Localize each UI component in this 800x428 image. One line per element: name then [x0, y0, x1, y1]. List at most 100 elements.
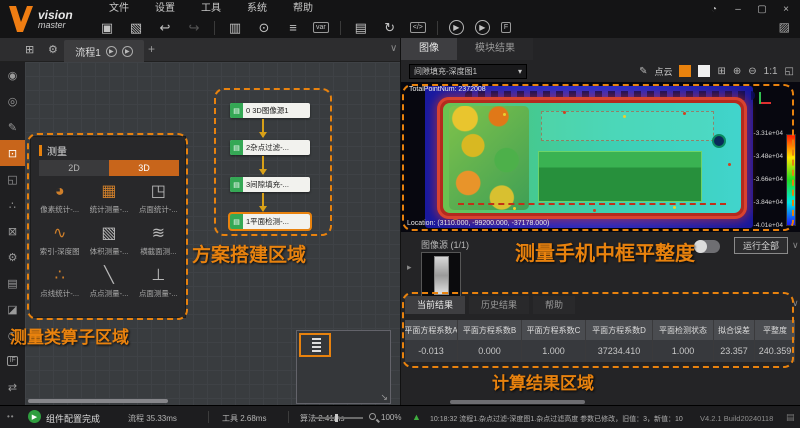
- results-hscrollbar[interactable]: [450, 400, 585, 404]
- canvas-minimap[interactable]: ↘: [296, 330, 391, 404]
- algo-point-point-measure[interactable]: ╲ 点点测量-...: [84, 267, 133, 299]
- menu-help[interactable]: 帮助: [280, 0, 326, 17]
- algo-volume-measure[interactable]: ▧ 体积测量-...: [84, 225, 133, 257]
- sidebar-item-timer[interactable]: ◷: [0, 322, 25, 348]
- flow-list-icon[interactable]: ⊞: [25, 43, 34, 56]
- source-row-chevron-icon[interactable]: ∨: [792, 240, 799, 251]
- sidebar-item-measure[interactable]: ⊡: [0, 140, 25, 166]
- zoom-out-icon[interactable]: ⊖: [748, 66, 756, 77]
- tab-2d[interactable]: 2D: [39, 160, 109, 176]
- save-icon[interactable]: ▣: [98, 19, 116, 37]
- module-library-icon[interactable]: ▥: [226, 19, 244, 37]
- flow-run-icon[interactable]: ▶: [106, 46, 117, 57]
- sidebar-item-color[interactable]: ◪: [0, 296, 25, 322]
- table-value-row[interactable]: -0.013 0.000 1.000 37234.410 1.000 23.35…: [405, 340, 795, 362]
- tab-history-result[interactable]: 历史结果: [469, 296, 529, 314]
- f-module-icon[interactable]: F: [501, 22, 511, 33]
- pencil-icon[interactable]: ✎: [639, 66, 647, 77]
- sidebar-item-io[interactable]: ⇄: [0, 374, 25, 400]
- flow-settings-icon[interactable]: ⚙: [48, 43, 58, 56]
- sidebar-item-if[interactable]: IF: [0, 348, 25, 374]
- run-all-button[interactable]: 运行全部: [734, 237, 788, 254]
- fit-width-icon[interactable]: ◱: [785, 66, 794, 77]
- source-thumbnail[interactable]: [421, 252, 461, 298]
- variable-icon[interactable]: var: [313, 22, 329, 33]
- import-icon[interactable]: ↩: [156, 19, 174, 37]
- tab-flow1[interactable]: 流程1 ▶ ▶: [64, 40, 144, 62]
- tab-help[interactable]: 帮助: [533, 296, 575, 314]
- refresh-icon[interactable]: ↻: [381, 19, 399, 37]
- sidebar-item-capture[interactable]: ◱: [0, 166, 25, 192]
- image-source-label: 图像源 (1/1): [421, 238, 469, 251]
- flow-node-noise-filter[interactable]: ▤ 2杂点过滤-...: [230, 140, 310, 155]
- add-flow-button[interactable]: +: [148, 42, 155, 56]
- color-swatch-white[interactable]: [698, 65, 710, 77]
- minimize-icon[interactable]: –: [732, 4, 744, 15]
- status-divider: [288, 411, 289, 423]
- close-icon[interactable]: ×: [780, 4, 792, 15]
- sidebar-item-calc[interactable]: ⊠: [0, 218, 25, 244]
- thumb-prev-icon[interactable]: ▸: [407, 262, 412, 273]
- resize-handle-icon[interactable]: ↘: [380, 392, 388, 403]
- menu-tools[interactable]: 工具: [188, 0, 234, 17]
- sidebar-item-gallery[interactable]: ▤: [0, 270, 25, 296]
- flow-tabs-chevron-icon[interactable]: ∨: [390, 43, 397, 54]
- folder-shortcut-icon[interactable]: ▨: [779, 20, 790, 34]
- caret-down-icon: ▾: [518, 67, 522, 76]
- algo-stat-measure[interactable]: ▦ 统计测量-...: [84, 183, 133, 215]
- runtime-clock-icon[interactable]: ◔: [708, 4, 720, 15]
- flow-run-loop-icon[interactable]: ▶: [122, 46, 133, 57]
- colorbar-tick: -3.48e+04: [737, 153, 783, 160]
- logo-line2: master: [38, 21, 73, 30]
- one-to-one-icon[interactable]: 1:1: [764, 66, 778, 77]
- zoom-slider[interactable]: [315, 417, 363, 419]
- algo-cross-section[interactable]: ≋ 横截面测...: [134, 225, 183, 257]
- menu-system[interactable]: 系统: [234, 0, 280, 17]
- depth-image-view[interactable]: TotalPointNum: 2372008 Location: (3110.0…: [401, 82, 800, 232]
- menu-settings[interactable]: 设置: [142, 0, 188, 17]
- menu-file[interactable]: 文件: [96, 0, 142, 17]
- log-icon[interactable]: ▤: [352, 19, 370, 37]
- algo-point-line-stats[interactable]: ∴ 点线统计-...: [35, 267, 84, 299]
- io-config-icon[interactable]: ≡: [284, 19, 302, 37]
- sidebar-item-pointcloud[interactable]: ∴: [0, 192, 25, 218]
- algo-point-plane-stats[interactable]: ◳ 点面统计-...: [134, 183, 183, 215]
- tab-module-result[interactable]: 模块结果: [457, 38, 533, 60]
- log-panel-icon[interactable]: ▤: [786, 412, 795, 423]
- color-swatch-orange[interactable]: [679, 65, 691, 77]
- results-chevron-icon[interactable]: ∨: [792, 298, 799, 309]
- tab-3d[interactable]: 3D: [109, 160, 179, 176]
- flow-node-plane-detect[interactable]: ▤ 1平面检测-...: [230, 214, 310, 229]
- minimap-nodes: [312, 338, 321, 352]
- minimap-viewport[interactable]: [299, 333, 331, 357]
- code-icon[interactable]: </>: [410, 22, 426, 33]
- run-continuous-icon[interactable]: ▶: [475, 20, 490, 35]
- tab-image[interactable]: 图像: [401, 38, 457, 60]
- run-once-icon[interactable]: ▶: [449, 20, 464, 35]
- open-folder-icon[interactable]: ▧: [127, 19, 145, 37]
- sidebar-more-icon[interactable]: ••: [7, 412, 15, 421]
- camera-icon[interactable]: ⊙: [255, 19, 273, 37]
- algo-pixel-stats[interactable]: ◕ 像素统计-...: [35, 183, 84, 215]
- flow-node-gap-fill[interactable]: ▤ 3间隙填充-...: [230, 177, 310, 192]
- fit-view-icon[interactable]: ⊞: [717, 66, 725, 77]
- sidebar-item-image-edit[interactable]: ✎: [0, 114, 25, 140]
- donut-chart-icon: ◕: [55, 183, 65, 201]
- algo-point-plane-measure[interactable]: ⊥ 点面测量-...: [134, 267, 183, 299]
- tab-current-result[interactable]: 当前结果: [405, 296, 465, 314]
- sidebar-item-location[interactable]: ◎: [0, 88, 25, 114]
- image-result-tabs: 图像 模块结果: [401, 38, 533, 60]
- display-toggle[interactable]: [694, 240, 720, 253]
- export-icon[interactable]: ↪: [185, 19, 203, 37]
- sidebar-item-image-settings[interactable]: ⚙: [0, 244, 25, 270]
- image-source-select[interactable]: 间隙填充-深度图1 ▾: [409, 64, 527, 79]
- sidebar-item-camera[interactable]: ◉: [0, 62, 25, 88]
- zoom-in-icon[interactable]: ⊕: [733, 66, 741, 77]
- algo-index-depthmap[interactable]: ∿ 索引-深度图: [35, 225, 84, 257]
- visionmaster-window: vision master 文件 设置 工具 系统 帮助 ▣ ▧ ↩ ↪ ▥ ⊙…: [0, 0, 800, 428]
- canvas-hscrollbar[interactable]: [28, 399, 168, 403]
- val-flatness: 240.359: [755, 340, 795, 362]
- maximize-icon[interactable]: ▢: [756, 4, 768, 15]
- flow-node-image-source[interactable]: ▤ 0 3D图像源1: [230, 103, 310, 118]
- version-text: V4.2.1 Build20240118: [700, 414, 773, 423]
